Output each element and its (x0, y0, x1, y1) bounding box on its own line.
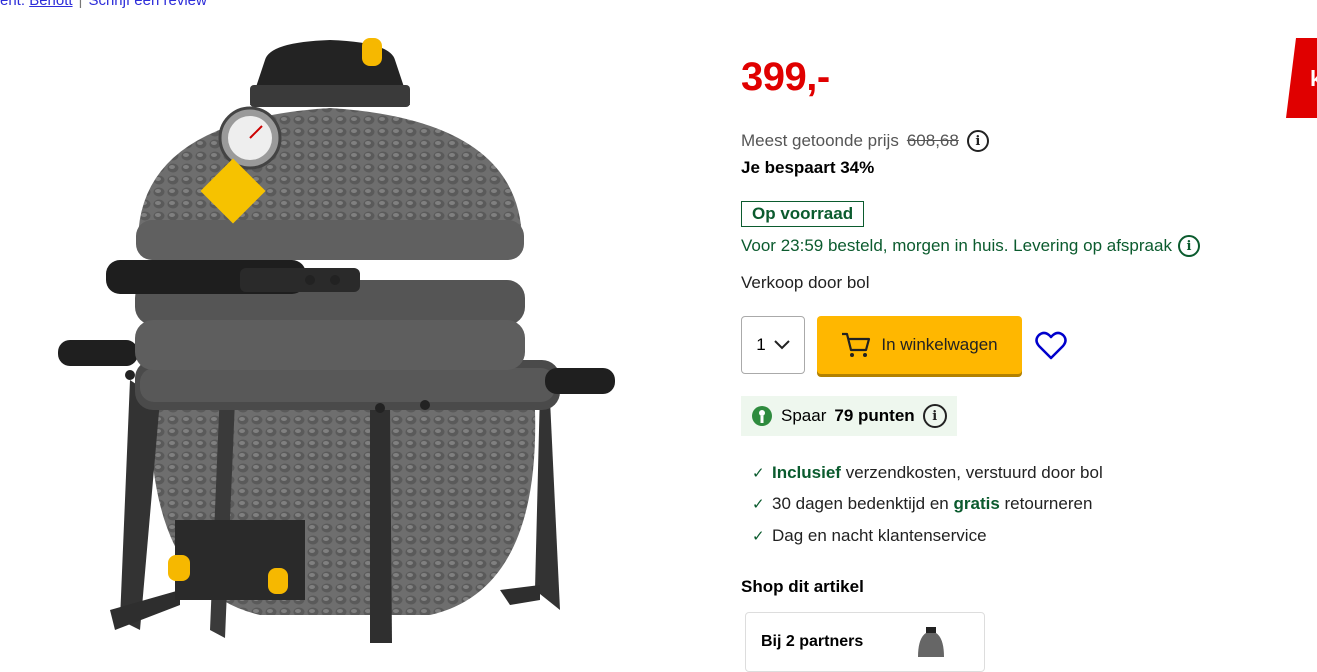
usp-bold: Inclusief (772, 462, 841, 482)
usp-list: ✓ Inclusief verzendkosten, verstuurd doo… (752, 457, 1103, 552)
price-amount: 399, (741, 55, 817, 99)
breadcrumb-prefix: ent: (0, 0, 30, 9)
list-item: ✓ Dag en nacht klantenservice (752, 520, 1103, 552)
chevron-down-icon (774, 340, 790, 350)
check-icon: ✓ (752, 496, 765, 514)
usp-text: 30 dagen bedenktijd en (772, 494, 954, 514)
delivery-text: Voor 23:59 besteld, morgen in huis. Leve… (741, 236, 1172, 255)
brand-link[interactable]: Berlott (29, 0, 72, 9)
info-icon[interactable]: i (1177, 235, 1200, 257)
partner-label: Bij 2 partners (761, 633, 864, 650)
info-icon[interactable]: i (966, 130, 989, 152)
seller-text: Verkoop door bol (741, 273, 870, 292)
reference-price: Meest getoonde prijs 608,68 i (741, 130, 989, 152)
add-to-cart-label: In winkelwagen (881, 335, 998, 354)
usp-text: retourneren (999, 494, 1093, 514)
shop-section-title: Shop dit artikel (741, 577, 864, 596)
breadcrumb-separator: | (78, 0, 83, 9)
reference-price-label: Meest getoonde prijs (741, 131, 899, 150)
points-icon (752, 406, 772, 426)
breadcrumb: ent: Berlott | Schrijf een review (0, 0, 207, 9)
usp-bold: gratis (953, 494, 1000, 514)
list-item: ✓ 30 dagen bedenktijd en gratis retourne… (752, 489, 1103, 521)
points-label: Spaar (781, 406, 827, 425)
savings-text: Je bespaart 34% (741, 158, 875, 177)
usp-text: Dag en nacht klantenservice (772, 525, 987, 545)
quantity-value: 1 (756, 335, 766, 354)
product-thumbnail (918, 627, 944, 657)
loyalty-points: Spaar 79 punten i (741, 396, 957, 436)
check-icon: ✓ (752, 527, 765, 545)
promo-tab[interactable]: k (1286, 38, 1317, 118)
write-review-link[interactable]: Schrijf een review (88, 0, 206, 9)
product-image[interactable] (40, 30, 640, 643)
partner-offers-card[interactable]: Bij 2 partners (745, 612, 985, 672)
points-value: 79 punten (834, 406, 915, 425)
cart-icon (842, 332, 871, 357)
stock-badge: Op voorraad (741, 201, 865, 227)
price-suffix: - (816, 55, 830, 99)
svg-text:k: k (1310, 66, 1317, 91)
heart-icon[interactable] (1034, 329, 1068, 363)
usp-text: verzendkosten, verstuurd door bol (840, 462, 1103, 482)
delivery-info: Voor 23:59 besteld, morgen in huis. Leve… (741, 235, 1200, 257)
reference-price-value: 608,68 (906, 131, 959, 150)
quantity-select[interactable]: 1 (741, 316, 805, 374)
check-icon: ✓ (752, 464, 765, 482)
product-price: 399,- (741, 55, 830, 100)
info-icon[interactable]: i (922, 404, 947, 428)
add-to-cart-button[interactable]: In winkelwagen (817, 316, 1022, 374)
list-item: ✓ Inclusief verzendkosten, verstuurd doo… (752, 457, 1103, 489)
